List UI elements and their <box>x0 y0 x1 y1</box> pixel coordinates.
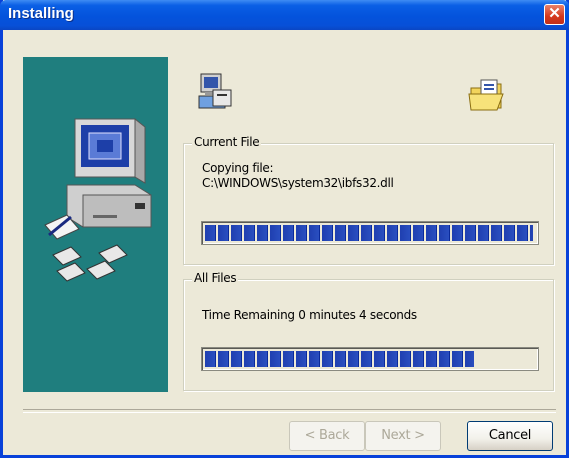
current-file-progress-fill <box>205 225 533 241</box>
title-bar[interactable]: Installing ✕ <box>0 0 569 30</box>
installing-dialog: Installing ✕ Current File Copying file: … <box>0 0 569 458</box>
copying-file-text: Copying file: <box>202 161 274 175</box>
current-file-group: Current File Copying file: C:\WINDOWS\sy… <box>183 135 554 265</box>
current-file-progress-bar <box>201 221 539 245</box>
all-files-label: All Files <box>192 271 239 285</box>
sidebar-illustration-panel <box>23 57 168 392</box>
close-icon: ✕ <box>548 5 561 22</box>
next-button[interactable]: Next > <box>365 421 441 451</box>
all-files-group: All Files Time Remaining 0 minutes 4 sec… <box>183 271 554 391</box>
close-button[interactable]: ✕ <box>544 4 565 25</box>
install-package-icon <box>195 70 237 117</box>
button-separator <box>23 409 556 413</box>
file-path-text: C:\WINDOWS\system32\ibfs32.dll <box>202 176 394 190</box>
back-button[interactable]: < Back <box>289 421 365 451</box>
all-files-progress-bar <box>201 347 539 371</box>
open-folder-icon <box>467 78 509 119</box>
cancel-button[interactable]: Cancel <box>467 421 553 451</box>
computer-illustration <box>44 117 152 282</box>
time-remaining-text: Time Remaining 0 minutes 4 seconds <box>202 308 417 322</box>
window-title: Installing <box>8 5 74 22</box>
all-files-progress-fill <box>205 351 474 367</box>
current-file-label: Current File <box>192 135 262 149</box>
